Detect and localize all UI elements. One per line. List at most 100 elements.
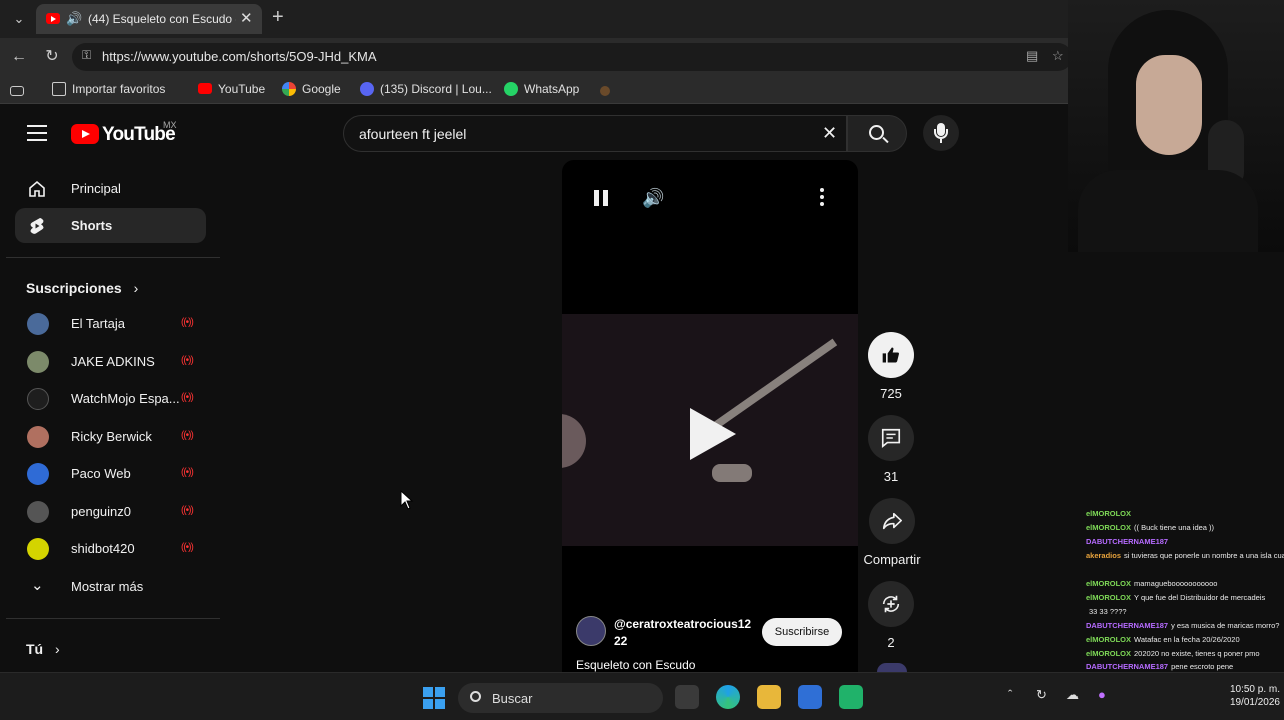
youtube-logo[interactable]: YouTube MX [71,120,201,148]
sidebar-item-subscription[interactable]: Ricky Berwick ((•)) [15,420,206,454]
discord-icon [360,82,374,96]
audio-playing-icon[interactable]: 🔊 [66,11,82,27]
avatar [27,538,49,560]
channel-handle[interactable]: @ceratroxteatrocious1222 [614,616,754,650]
youtube-page: YouTube MX afourteen ft jeelel ✕ Princip… [0,105,1254,672]
subscriptions-heading[interactable]: Suscripciones › [26,280,138,296]
edge-browser-icon[interactable] [716,685,740,709]
menu-hamburger-icon[interactable] [27,125,47,141]
sidebar-item-subscription[interactable]: penguinz0 ((•)) [15,495,206,529]
back-arrow-icon[interactable]: ← [8,46,30,68]
play-icon[interactable] [690,408,736,460]
country-code: MX [163,120,177,130]
channel-avatar[interactable] [576,616,606,646]
bookmark-extra[interactable] [600,82,616,100]
more-options-icon[interactable] [820,188,824,206]
live-indicator-icon: ((•)) [181,505,194,516]
comment-action: 31 [867,415,915,484]
home-icon [29,180,45,197]
chat-message: akeradios si tuvieras que ponerle un nomb… [1086,551,1284,560]
share-action: Compartir [858,498,926,567]
volume-icon[interactable]: 🔊 [642,188,664,209]
search-button[interactable] [847,115,907,152]
chat-message: elMOROLOX Watafac en la fecha 20/26/2020 [1086,635,1240,644]
remix-icon [882,595,900,613]
sidebar-item-subscription[interactable]: Paco Web ((•)) [15,457,206,491]
bookmark-google[interactable]: Google [282,82,341,100]
cloud-icon[interactable]: ☁ [1066,687,1079,703]
pause-icon[interactable] [594,190,608,206]
sidebar-divider [6,618,220,619]
tab-actions-chevron-icon[interactable]: ⌄ [8,8,30,30]
screen: ⌄ 🔊 (44) Esqueleto con Escudo - YouTube … [0,0,1284,720]
video-title[interactable]: Esqueleto con Escudo [576,658,695,672]
you-section-heading[interactable]: Tú › [26,641,60,657]
search-icon [869,125,884,140]
live-indicator-icon: ((•)) [181,355,194,366]
app-icon[interactable] [839,685,863,709]
chat-message: elMOROLOX mamaguebooooooooooo [1086,579,1218,588]
thumbs-up-icon [882,347,899,363]
remix-button[interactable] [868,581,914,627]
close-tab-icon[interactable]: ✕ [240,9,253,27]
microphone-tray-icon[interactable]: ● [1098,687,1106,702]
microsoft-store-icon[interactable] [798,685,822,709]
youtube-favicon-icon [46,13,60,24]
sidebar-item-shorts[interactable]: Shorts [15,208,206,243]
share-button[interactable] [869,498,915,544]
bookmark-import[interactable]: Importar favoritos [52,82,165,100]
show-more-button[interactable]: ⌄ Mostrar más [15,570,206,604]
browser-tab-bar: ⌄ 🔊 (44) Esqueleto con Escudo - YouTube … [0,0,1068,38]
reload-icon[interactable]: ↻ [41,46,63,68]
like-button[interactable] [868,332,914,378]
google-icon [282,82,296,96]
bookmark-discord[interactable]: (135) Discord | Lou... [360,82,492,100]
chat-message: 33 33 ???? [1089,607,1127,616]
sidebar-item-subscription[interactable]: JAKE ADKINS ((•)) [15,345,206,379]
chevron-down-icon: ⌄ [31,577,44,594]
file-explorer-icon[interactable] [757,685,781,709]
search-input[interactable]: afourteen ft jeelel ✕ [343,115,847,152]
sidebar-item-label: Shorts [71,218,113,233]
avatar [27,388,49,410]
bookmark-whatsapp[interactable]: WhatsApp [504,82,579,100]
comments-button[interactable] [868,415,914,461]
url-field[interactable]: ⚿ https://www.youtube.com/shorts/5O9-JHd… [72,43,1072,71]
sidebar-item-home[interactable]: Principal [15,171,206,206]
sidebar-item-subscription[interactable]: shidbot420 ((•)) [15,532,206,566]
taskbar-search[interactable]: Buscar [458,683,663,713]
windows-taskbar: Buscar ˆ ↻ ☁ ● 10:50 p. m. 19/01/2026 [0,672,1284,720]
reader-view-icon[interactable]: ▤ [1026,48,1038,64]
chat-message: DABUTCHERNAME187 y esa musica de maricas … [1086,621,1280,630]
remix-action: 2 [867,581,915,650]
sidebar-item-subscription[interactable]: El Tartaja ((•)) [15,307,206,341]
browser-tab[interactable]: 🔊 (44) Esqueleto con Escudo - YouTube ✕ [36,4,262,34]
system-clock[interactable]: 10:50 p. m. 19/01/2026 [1200,683,1280,709]
subscribe-button[interactable]: Suscribirse [762,618,842,646]
chevron-right-icon: › [55,641,60,657]
clear-search-icon[interactable]: ✕ [822,123,837,144]
chevron-up-icon[interactable]: ˆ [1008,687,1012,702]
bookmark-youtube[interactable]: YouTube [198,82,265,100]
whatsapp-icon [504,82,518,96]
sound-avatar[interactable] [877,663,907,672]
chat-message: elMOROLOX(( Buck tiene una idea )) [1086,523,1215,532]
shorts-video-player[interactable]: 🔊 @ceratroxteatrocious1222 Suscribirse E… [562,160,858,672]
chat-message: elMOROLOX 202020 no existe, tienes q pone… [1086,649,1260,658]
mouse-cursor-icon [400,490,414,510]
voice-search-button[interactable] [923,115,959,151]
chat-message: elMOROLOX Y que fue del Distribuidor de m… [1086,593,1266,602]
remix-count: 2 [887,635,895,650]
share-arrow-icon [882,512,902,530]
sidebar-toggle-icon[interactable] [10,82,30,100]
sync-icon[interactable]: ↻ [1036,687,1047,703]
new-tab-plus-icon[interactable]: + [272,6,284,29]
site-info-icon[interactable]: ⚿ [82,48,91,63]
task-view-icon[interactable] [675,685,699,709]
favorite-star-icon[interactable]: ☆ [1052,48,1064,64]
windows-start-icon[interactable] [423,687,445,709]
url-text: https://www.youtube.com/shorts/5O9-JHd_K… [102,49,377,64]
sidebar-item-subscription[interactable]: WatchMojo Espa... ((•)) [15,382,206,416]
channel-info: @ceratroxteatrocious1222 Suscribirse [576,616,846,656]
live-indicator-icon: ((•)) [181,430,194,441]
